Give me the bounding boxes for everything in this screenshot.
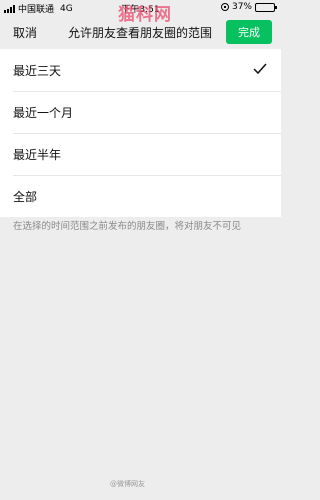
option-all[interactable]: 全部 <box>0 175 281 217</box>
battery-icon <box>255 2 277 12</box>
weibo-watermark: @微博网友 <box>110 480 145 488</box>
option-label: 最近半年 <box>13 147 62 162</box>
option-label: 最近三天 <box>13 63 62 78</box>
checkmark-icon <box>253 63 267 75</box>
option-last-three-days[interactable]: 最近三天 <box>0 49 281 91</box>
page-title: 允许朋友查看朋友圈的范围 <box>67 26 212 40</box>
status-right: 37% <box>220 2 277 12</box>
range-note: 在选择的时间范围之前发布的朋友圈，将对朋友不可见 <box>13 221 242 232</box>
battery-percent: 37% <box>231 2 252 12</box>
option-last-half-year[interactable]: 最近半年 <box>0 133 281 175</box>
done-button[interactable]: 完成 <box>226 20 272 44</box>
option-last-month[interactable]: 最近一个月 <box>0 91 281 133</box>
watermark-logo: 猫科网 <box>118 5 172 25</box>
cancel-button[interactable]: 取消 <box>13 24 37 41</box>
range-option-list: 最近三天 最近一个月 最近半年 全部 <box>0 49 281 217</box>
option-label: 全部 <box>13 189 38 204</box>
option-label: 最近一个月 <box>13 105 74 120</box>
orientation-lock-icon <box>220 3 229 11</box>
